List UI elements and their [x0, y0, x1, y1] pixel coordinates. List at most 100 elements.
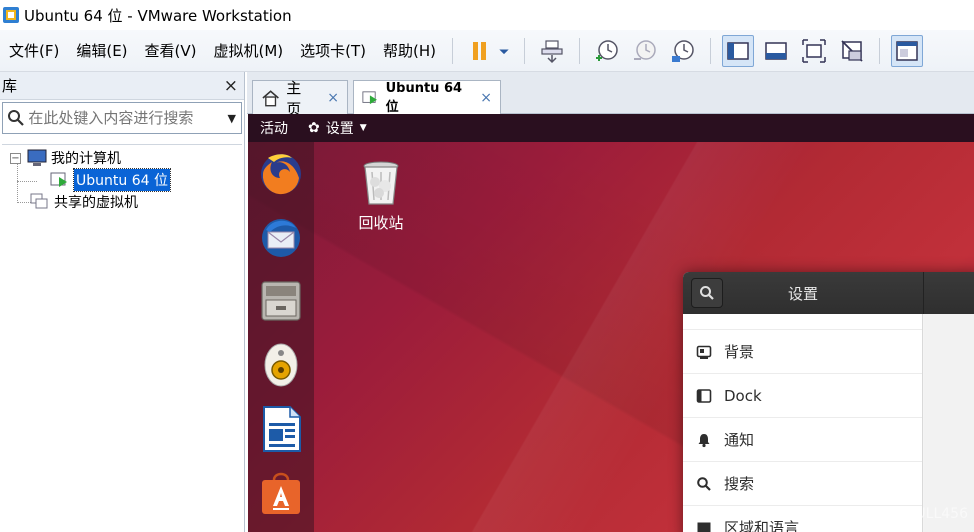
power-dropdown-button[interactable]: [495, 35, 513, 67]
computer-icon: [27, 149, 47, 166]
tree-label-ubuntu: Ubuntu 64 位: [73, 168, 171, 192]
activities-button[interactable]: 活动: [248, 118, 298, 138]
toolbar-separator: [452, 37, 454, 64]
vm-tree: − 我的计算机 Ubuntu 64 位 共享的虚拟机: [2, 144, 242, 532]
full-screen-button[interactable]: [798, 35, 830, 67]
settings-item-dock[interactable]: Dock: [683, 374, 922, 418]
close-icon[interactable]: ×: [480, 90, 492, 106]
rhythmbox-speaker-icon: [264, 343, 298, 387]
search-icon: [697, 476, 711, 491]
toolbar-separator: [579, 37, 581, 64]
settings-window: 设置 背景 Dock 通知 搜索 区域和语言: [683, 272, 974, 532]
settings-item-label: Dock: [724, 386, 762, 405]
toolbar-separator: [710, 37, 712, 64]
thumbnail-bar-icon: [765, 41, 787, 60]
library-search-input[interactable]: [28, 109, 223, 127]
library-panel: 库 × ▼ − 我的计算机 Ubuntu 64 位: [0, 72, 245, 532]
tab-bar: 主页 × Ubuntu 64 位 ×: [247, 72, 974, 118]
background-icon: [696, 345, 712, 359]
vm-running-icon: [50, 172, 67, 187]
app-menu-label: 设置: [325, 121, 354, 137]
dock-writer[interactable]: [258, 404, 304, 454]
menu-tabs[interactable]: 选项卡(T): [291, 30, 374, 72]
unity-mode-button[interactable]: [836, 35, 868, 67]
menu-help[interactable]: 帮助(H): [374, 30, 444, 72]
tree-connector: [17, 163, 18, 203]
tree-label-shared: 共享的虚拟机: [54, 195, 138, 211]
dock-files[interactable]: [258, 276, 304, 326]
dock-icon: [696, 388, 712, 403]
settings-item-label: 通知: [724, 431, 755, 449]
tab-ubuntu[interactable]: Ubuntu 64 位 ×: [353, 80, 501, 115]
tree-item-shared-vms[interactable]: 共享的虚拟机: [30, 191, 138, 213]
list-spacer: [683, 314, 922, 330]
search-icon: [700, 286, 714, 300]
menu-view[interactable]: 查看(V): [136, 30, 205, 72]
dock-firefox[interactable]: [258, 148, 304, 198]
tab-home-label: 主页: [286, 78, 302, 118]
console-view-icon: [896, 40, 918, 61]
console-view-button[interactable]: [891, 34, 924, 67]
toolbar-separator: [879, 37, 881, 64]
dock-thunderbird[interactable]: [258, 212, 304, 262]
chevron-down-icon[interactable]: ▼: [222, 112, 241, 125]
close-icon[interactable]: ×: [327, 90, 339, 106]
trash-icon: [363, 161, 399, 205]
watermark-text: https://blog.csdn.net/NULL456: [755, 506, 968, 522]
tree-label-my-computer: 我的计算机: [51, 151, 121, 167]
network-send-icon: [541, 39, 563, 63]
menu-vm[interactable]: 虚拟机(M): [205, 30, 292, 72]
snapshot-button[interactable]: [591, 35, 623, 67]
app-menu[interactable]: ✿ 设置 ▼: [298, 118, 367, 138]
search-icon: [3, 109, 28, 127]
bell-icon: [698, 433, 710, 447]
menu-edit[interactable]: 编辑(E): [67, 30, 135, 72]
toolbar-separator: [524, 37, 526, 64]
files-cabinet-icon: [261, 281, 301, 321]
vm-console[interactable]: 活动 ✿ 设置 ▼ 回收站 设置 背景 Dock 通知 搜索 区域和语言 htt…: [248, 114, 974, 532]
settings-item-background[interactable]: 背景: [683, 330, 922, 374]
thumbnail-bar-button[interactable]: [760, 35, 792, 67]
menu-file[interactable]: 文件(F): [0, 30, 67, 72]
unity-icon: [841, 39, 863, 62]
collapse-icon[interactable]: −: [10, 152, 21, 164]
gear-icon: ✿: [308, 120, 320, 136]
fullscreen-icon: [802, 38, 826, 63]
libreoffice-writer-icon: [263, 406, 301, 452]
library-title: 库: [2, 77, 18, 95]
tree-connector: [17, 181, 37, 182]
snapshot-manager-button[interactable]: [667, 35, 699, 67]
thunderbird-icon: [262, 219, 300, 257]
desktop-trash[interactable]: 回收站: [356, 158, 406, 233]
window-titlebar: Ubuntu 64 位 - VMware Workstation: [0, 0, 974, 30]
library-view-icon: [727, 41, 749, 60]
gnome-top-bar: 活动 ✿ 设置 ▼: [248, 114, 974, 142]
ubuntu-dock: [248, 142, 314, 532]
firefox-icon: [261, 154, 301, 195]
dock-rhythmbox[interactable]: [258, 340, 304, 390]
snapshot-manager-icon: [672, 39, 694, 62]
send-ctrl-alt-del-button[interactable]: [536, 35, 568, 67]
region-flag-icon: [697, 522, 711, 532]
vm-running-icon: [362, 91, 377, 105]
trash-label: 回收站: [358, 214, 404, 232]
settings-search-button[interactable]: [691, 278, 723, 308]
settings-sidebar: 背景 Dock 通知 搜索 区域和语言: [683, 314, 923, 532]
tab-home[interactable]: 主页 ×: [252, 79, 348, 118]
settings-item-label: 搜索: [724, 475, 755, 493]
settings-item-search[interactable]: 搜索: [683, 462, 922, 506]
tree-item-my-computer[interactable]: − 我的计算机: [10, 147, 121, 169]
pause-button[interactable]: [464, 35, 496, 67]
show-library-button[interactable]: [722, 34, 755, 67]
settings-headerbar: 设置: [683, 272, 974, 314]
tree-item-ubuntu[interactable]: Ubuntu 64 位: [50, 168, 171, 192]
settings-content-pane: [924, 314, 974, 532]
revert-snapshot-button[interactable]: [629, 35, 661, 67]
settings-item-notifications[interactable]: 通知: [683, 418, 922, 462]
window-title: Ubuntu 64 位 - VMware Workstation: [24, 6, 292, 25]
library-header: 库 ×: [0, 72, 244, 100]
library-close-icon[interactable]: ×: [224, 76, 238, 96]
library-search-box[interactable]: ▼: [2, 102, 242, 134]
settings-title: 设置: [788, 284, 819, 303]
dock-software[interactable]: [258, 468, 304, 518]
